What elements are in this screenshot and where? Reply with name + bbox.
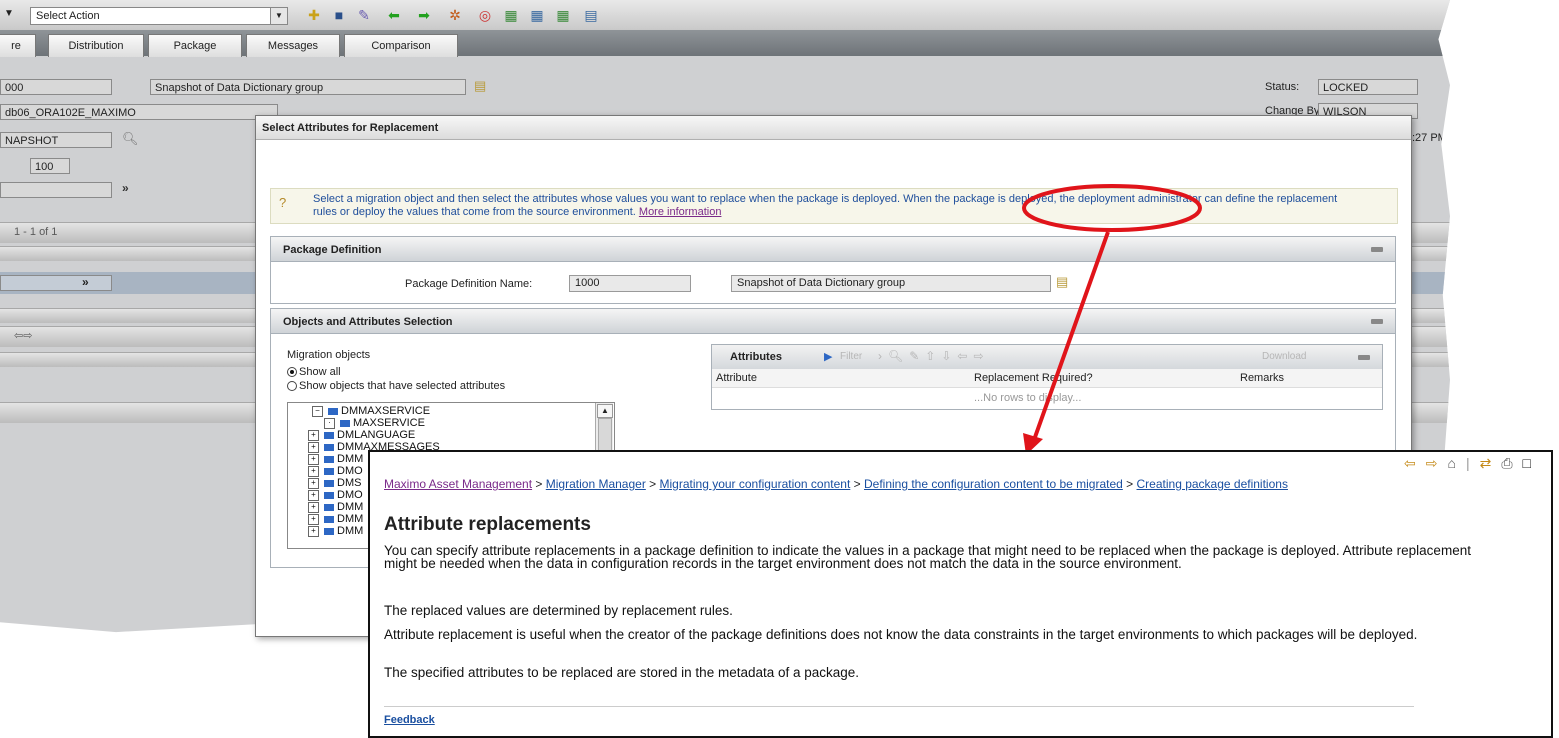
help-nav-toolbar: ⇦⇨⌂|⇄⎙□	[1404, 455, 1541, 472]
feedback-link-text[interactable]: Feedback	[384, 714, 435, 726]
breadcrumb: Maximo Asset Management > Migration Mana…	[384, 477, 1288, 491]
back-icon[interactable]: ⇦	[1404, 455, 1426, 471]
help-title: Attribute replacements	[384, 514, 591, 535]
feedback-link[interactable]: Feedback	[384, 714, 435, 726]
help-paragraph-1: You can specify attribute replacements i…	[384, 543, 1471, 571]
highlight-ellipse	[1022, 184, 1202, 232]
sync-toc-icon[interactable]: ⇄	[1480, 455, 1502, 471]
breadcrumb-maximo[interactable]: Maximo Asset Management	[384, 477, 532, 491]
highlight-arrow-line	[1032, 231, 1110, 441]
help-paragraph-4: The specified attributes to be replaced …	[384, 665, 860, 680]
help-popup: ⇦⇨⌂|⇄⎙□ Maximo Asset Management > Migrat…	[368, 450, 1553, 738]
maximize-icon[interactable]: □	[1523, 455, 1541, 471]
help-paragraph-2: The replaced values are determined by re…	[384, 603, 733, 618]
help-paragraph-3: Attribute replacement is useful when the…	[384, 627, 1418, 642]
breadcrumb-creating-package-definitions[interactable]: Creating package definitions	[1137, 477, 1288, 491]
forward-icon[interactable]: ⇨	[1426, 455, 1448, 471]
separator: |	[1465, 455, 1480, 471]
breadcrumb-defining-content[interactable]: Defining the configuration content to be…	[864, 477, 1123, 491]
home-icon[interactable]: ⌂	[1447, 455, 1465, 471]
breadcrumb-migrating-content[interactable]: Migrating your configuration content	[660, 477, 851, 491]
print-icon[interactable]: ⎙	[1501, 455, 1522, 471]
divider	[384, 706, 1414, 707]
breadcrumb-migration-manager[interactable]: Migration Manager	[546, 477, 646, 491]
